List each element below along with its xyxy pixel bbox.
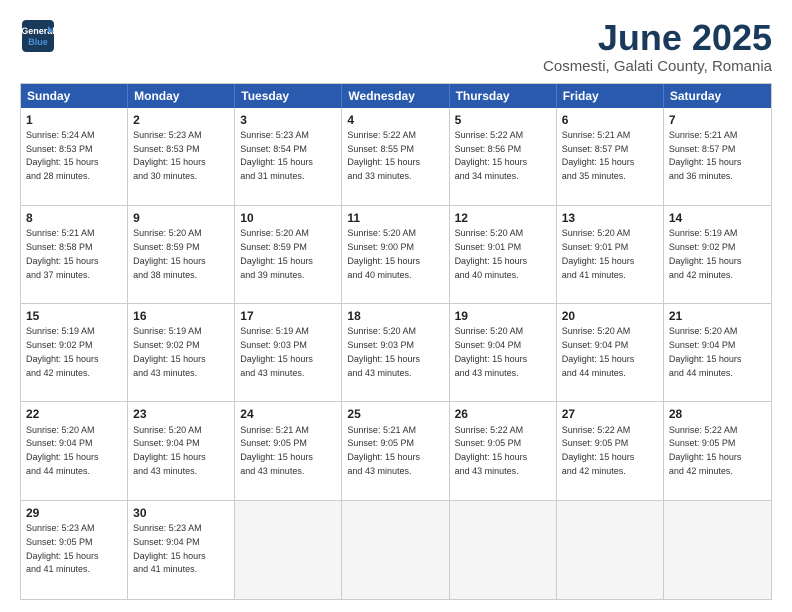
calendar: Sunday Monday Tuesday Wednesday Thursday… xyxy=(20,83,772,600)
day-14: 14 Sunrise: 5:19 AMSunset: 9:02 PMDaylig… xyxy=(664,206,771,303)
header-saturday: Saturday xyxy=(664,84,771,108)
day-20: 20 Sunrise: 5:20 AMSunset: 9:04 PMDaylig… xyxy=(557,304,664,401)
day-6: 6 Sunrise: 5:21 AMSunset: 8:57 PMDayligh… xyxy=(557,108,664,205)
week-row-5: 29 Sunrise: 5:23 AMSunset: 9:05 PMDaylig… xyxy=(21,501,771,599)
day-1: 1 Sunrise: 5:24 AMSunset: 8:53 PMDayligh… xyxy=(21,108,128,205)
day-13: 13 Sunrise: 5:20 AMSunset: 9:01 PMDaylig… xyxy=(557,206,664,303)
day-27: 27 Sunrise: 5:22 AMSunset: 9:05 PMDaylig… xyxy=(557,402,664,499)
day-7: 7 Sunrise: 5:21 AMSunset: 8:57 PMDayligh… xyxy=(664,108,771,205)
page: General Blue June 2025 Cosmesti, Galati … xyxy=(0,0,792,612)
header-sunday: Sunday xyxy=(21,84,128,108)
header: General Blue June 2025 Cosmesti, Galati … xyxy=(20,18,772,75)
logo-icon: General Blue xyxy=(20,18,56,54)
day-30: 30 Sunrise: 5:23 AMSunset: 9:04 PMDaylig… xyxy=(128,501,235,599)
calendar-subtitle: Cosmesti, Galati County, Romania xyxy=(543,58,772,75)
svg-text:Blue: Blue xyxy=(28,37,48,47)
day-25: 25 Sunrise: 5:21 AMSunset: 9:05 PMDaylig… xyxy=(342,402,449,499)
title-block: June 2025 Cosmesti, Galati County, Roman… xyxy=(543,18,772,75)
day-10: 10 Sunrise: 5:20 AMSunset: 8:59 PMDaylig… xyxy=(235,206,342,303)
day-12: 12 Sunrise: 5:20 AMSunset: 9:01 PMDaylig… xyxy=(450,206,557,303)
calendar-body: 1 Sunrise: 5:24 AMSunset: 8:53 PMDayligh… xyxy=(21,108,771,599)
day-3: 3 Sunrise: 5:23 AMSunset: 8:54 PMDayligh… xyxy=(235,108,342,205)
day-29: 29 Sunrise: 5:23 AMSunset: 9:05 PMDaylig… xyxy=(21,501,128,599)
empty-cell-2 xyxy=(342,501,449,599)
empty-cell-1 xyxy=(235,501,342,599)
header-monday: Monday xyxy=(128,84,235,108)
week-row-4: 22 Sunrise: 5:20 AMSunset: 9:04 PMDaylig… xyxy=(21,402,771,500)
empty-cell-4 xyxy=(557,501,664,599)
day-15: 15 Sunrise: 5:19 AMSunset: 9:02 PMDaylig… xyxy=(21,304,128,401)
day-5: 5 Sunrise: 5:22 AMSunset: 8:56 PMDayligh… xyxy=(450,108,557,205)
day-22: 22 Sunrise: 5:20 AMSunset: 9:04 PMDaylig… xyxy=(21,402,128,499)
calendar-title: June 2025 xyxy=(543,18,772,58)
day-26: 26 Sunrise: 5:22 AMSunset: 9:05 PMDaylig… xyxy=(450,402,557,499)
logo: General Blue xyxy=(20,18,56,59)
day-23: 23 Sunrise: 5:20 AMSunset: 9:04 PMDaylig… xyxy=(128,402,235,499)
day-16: 16 Sunrise: 5:19 AMSunset: 9:02 PMDaylig… xyxy=(128,304,235,401)
week-row-2: 8 Sunrise: 5:21 AMSunset: 8:58 PMDayligh… xyxy=(21,206,771,304)
day-24: 24 Sunrise: 5:21 AMSunset: 9:05 PMDaylig… xyxy=(235,402,342,499)
week-row-1: 1 Sunrise: 5:24 AMSunset: 8:53 PMDayligh… xyxy=(21,108,771,206)
empty-cell-3 xyxy=(450,501,557,599)
day-17: 17 Sunrise: 5:19 AMSunset: 9:03 PMDaylig… xyxy=(235,304,342,401)
day-9: 9 Sunrise: 5:20 AMSunset: 8:59 PMDayligh… xyxy=(128,206,235,303)
calendar-header: Sunday Monday Tuesday Wednesday Thursday… xyxy=(21,84,771,108)
header-tuesday: Tuesday xyxy=(235,84,342,108)
day-19: 19 Sunrise: 5:20 AMSunset: 9:04 PMDaylig… xyxy=(450,304,557,401)
day-4: 4 Sunrise: 5:22 AMSunset: 8:55 PMDayligh… xyxy=(342,108,449,205)
day-11: 11 Sunrise: 5:20 AMSunset: 9:00 PMDaylig… xyxy=(342,206,449,303)
day-28: 28 Sunrise: 5:22 AMSunset: 9:05 PMDaylig… xyxy=(664,402,771,499)
week-row-3: 15 Sunrise: 5:19 AMSunset: 9:02 PMDaylig… xyxy=(21,304,771,402)
header-friday: Friday xyxy=(557,84,664,108)
day-8: 8 Sunrise: 5:21 AMSunset: 8:58 PMDayligh… xyxy=(21,206,128,303)
empty-cell-5 xyxy=(664,501,771,599)
day-21: 21 Sunrise: 5:20 AMSunset: 9:04 PMDaylig… xyxy=(664,304,771,401)
header-wednesday: Wednesday xyxy=(342,84,449,108)
day-2: 2 Sunrise: 5:23 AMSunset: 8:53 PMDayligh… xyxy=(128,108,235,205)
day-18: 18 Sunrise: 5:20 AMSunset: 9:03 PMDaylig… xyxy=(342,304,449,401)
header-thursday: Thursday xyxy=(450,84,557,108)
